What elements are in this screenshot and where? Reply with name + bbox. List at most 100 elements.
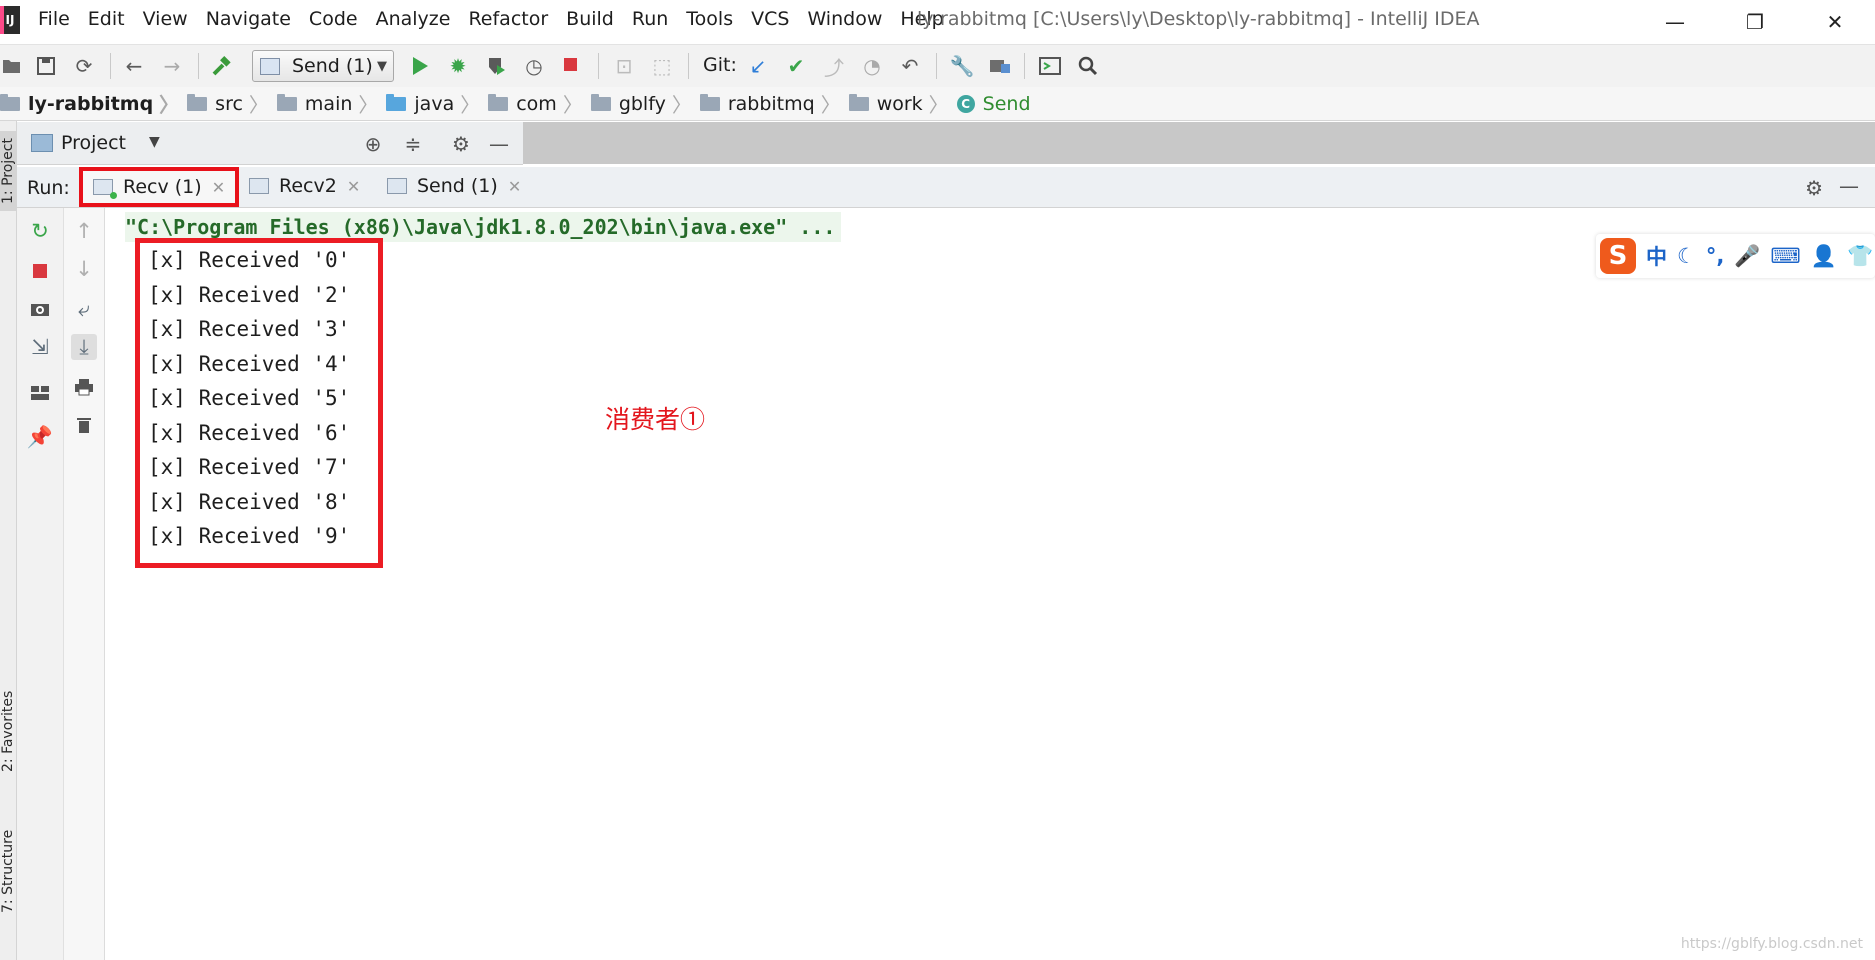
coverage-shield-icon[interactable] [484,54,508,78]
close-icon[interactable]: ✕ [508,177,521,196]
intellij-logo-icon[interactable]: IJ [0,6,20,34]
history-clock-icon[interactable]: ◔ [860,54,884,78]
print-icon[interactable] [71,374,97,400]
attach-icon[interactable]: ⊡ [612,54,636,78]
soft-wrap-icon[interactable]: ⤶ [71,296,97,322]
tab-label: Recv (1) [123,176,202,198]
console-line: [x] Received '2' [148,283,351,307]
trash-icon[interactable] [71,412,97,438]
search-icon[interactable] [1076,54,1100,78]
breadcrumb-item-send[interactable]: C Send [956,93,1031,115]
package-icon [699,93,720,111]
menu-bar: File Edit View Navigate Code Analyze Ref… [38,8,962,30]
user-icon[interactable]: 👤 [1811,244,1837,269]
breadcrumb-item-rabbitmq[interactable]: rabbitmq 〉 [699,89,849,118]
microphone-icon[interactable]: 🎤 [1734,244,1760,269]
close-icon[interactable]: ✕ [347,177,360,196]
camera-icon[interactable] [27,296,53,322]
save-icon[interactable] [34,54,58,78]
breadcrumb-item-java[interactable]: java 〉 [386,89,488,118]
menu-code[interactable]: Code [309,8,368,30]
gear-icon[interactable]: ⚙ [1805,176,1823,200]
stop-icon[interactable] [27,258,53,284]
git-push-icon[interactable]: ⤴ [822,54,846,80]
git-commit-icon[interactable]: ✔ [784,54,808,78]
menu-file[interactable]: File [38,8,80,30]
console-line: [x] Received '8' [148,490,351,514]
import-icon[interactable]: ⇲ [27,334,53,360]
minimize-button[interactable]: — [1635,0,1715,43]
down-arrow-icon[interactable]: ↓ [71,256,97,282]
menu-refactor[interactable]: Refactor [468,8,558,30]
shirt-icon[interactable]: 👕 [1847,244,1873,269]
settings-wrench-icon[interactable]: 🔧 [950,54,975,78]
sync-icon[interactable]: ⟳ [72,54,96,78]
revert-icon[interactable]: ↶ [898,54,922,78]
collapse-all-icon[interactable]: ≑ [401,132,425,156]
stripe-tab-favorites[interactable]: 2: Favorites [0,681,16,781]
breadcrumb-item-project[interactable]: ly-rabbitmq 〉 [0,89,187,118]
restore-button[interactable]: ❐ [1715,0,1795,43]
close-icon[interactable]: ✕ [212,178,225,197]
run-configuration-select[interactable]: Send (1) ▼ [252,50,394,82]
layout-icon[interactable] [27,380,53,406]
project-panel-title[interactable]: Project [61,132,126,154]
project-panel-header: Project ▼ ⊕ ≑ ⚙ — [17,122,523,165]
tab-recv2[interactable]: Recv2 ✕ [249,171,360,201]
breadcrumb-item-gblfy[interactable]: gblfy 〉 [590,89,700,118]
window-title: ly-rabbitmq [C:\Users\ly\Desktop\ly-rabb… [917,8,1480,30]
menu-build[interactable]: Build [566,8,624,30]
run-label: Run: [27,177,70,199]
git-update-icon[interactable]: ↙ [746,54,770,78]
folder-icon [276,93,297,111]
menu-window[interactable]: Window [807,8,892,30]
run-config-label: Send (1) [292,55,373,77]
close-button[interactable]: ✕ [1795,0,1875,43]
menu-vcs[interactable]: VCS [751,8,799,30]
stripe-tab-project[interactable]: 1: Project [0,131,16,211]
menu-view[interactable]: View [143,8,198,30]
menu-tools[interactable]: Tools [686,8,743,30]
up-arrow-icon[interactable]: ↑ [71,218,97,244]
breadcrumb-item-src[interactable]: src 〉 [187,89,277,118]
build-hammer-icon[interactable] [210,54,234,78]
stop-icon[interactable] [560,54,584,78]
hide-panel-icon[interactable]: — [1839,174,1859,198]
console-output[interactable]: "C:\Program Files (x86)\Java\jdk1.8.0_20… [105,208,1875,960]
rerun-icon[interactable]: ↻ [27,218,53,244]
sogou-logo-icon[interactable]: S [1600,238,1636,274]
run-config-icon [260,57,280,75]
run-play-icon[interactable] [408,54,432,78]
profile-clock-icon[interactable]: ◷ [522,54,546,78]
project-structure-icon[interactable] [988,54,1012,78]
back-arrow-icon[interactable]: ← [122,54,146,78]
ime-mode-toggle[interactable]: 中 [1646,241,1667,271]
punctuation-icon[interactable]: °, [1706,244,1724,268]
locate-crosshair-icon[interactable]: ⊕ [361,132,385,156]
forward-arrow-icon[interactable]: → [160,54,184,78]
tab-recv-1[interactable]: Recv (1) ✕ [79,167,240,207]
pin-icon[interactable]: 📌 [27,424,53,450]
console-line: [x] Received '7' [148,455,351,479]
scroll-to-end-icon[interactable]: ⤓ [71,334,97,360]
tab-send-1[interactable]: Send (1) ✕ [387,171,521,201]
menu-navigate[interactable]: Navigate [206,8,301,30]
breadcrumb-item-com[interactable]: com 〉 [488,89,591,118]
stripe-tab-structure[interactable]: 7: Structure [0,821,16,921]
run-console-icon [93,179,117,199]
open-folder-icon[interactable] [0,54,24,78]
breadcrumb-item-main[interactable]: main 〉 [276,89,386,118]
moon-icon[interactable]: ☾ [1677,244,1696,268]
keyboard-icon[interactable]: ⌨ [1770,244,1800,268]
terminal-icon[interactable] [1038,54,1062,78]
menu-analyze[interactable]: Analyze [376,8,461,30]
debug-bug-icon[interactable]: ✹ [446,54,470,78]
chevron-down-icon[interactable]: ▼ [149,134,160,150]
menu-run[interactable]: Run [632,8,678,30]
breadcrumb: ly-rabbitmq 〉 src 〉 main 〉 java 〉 com 〉 gblfy… [0,87,1875,121]
menu-edit[interactable]: Edit [88,8,135,30]
breadcrumb-item-work[interactable]: work 〉 [848,89,957,118]
hide-panel-icon[interactable]: — [487,132,511,156]
gear-icon[interactable]: ⚙ [449,132,473,156]
deploy-box-icon[interactable]: ⬚ [650,54,674,78]
